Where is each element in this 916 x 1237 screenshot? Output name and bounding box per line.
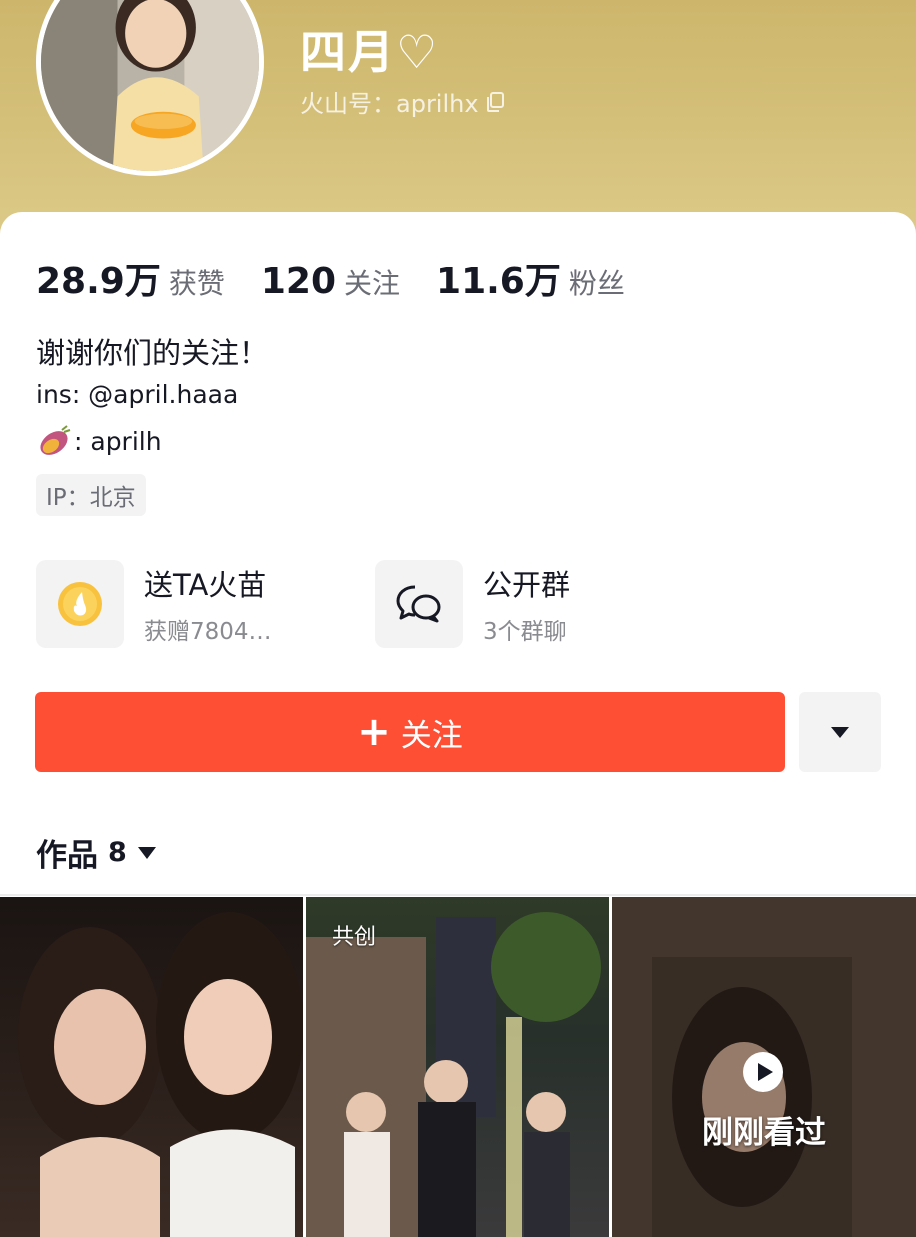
bio-line-3: : aprilh (36, 424, 162, 458)
send-flame-title: 送TA火苗 (144, 568, 267, 602)
public-group-subtitle: 3个群聊 (483, 619, 567, 645)
sweet-potato-icon (40, 425, 71, 455)
avatar[interactable] (36, 0, 264, 176)
account-id-text: 火山号：aprilhx (300, 90, 479, 118)
bio-line-2: ins: @april.haaa (36, 380, 239, 409)
copy-icon[interactable] (485, 91, 507, 113)
video-tile-1[interactable] (0, 897, 303, 1237)
send-flame-icon-box (36, 560, 124, 648)
stat-likes-label: 获赞 (168, 267, 225, 300)
public-group-entry[interactable]: 公开群 3个群聊 (375, 560, 570, 648)
works-tab[interactable]: 作品 8 (36, 830, 157, 875)
video-tile-2[interactable]: 共创 (306, 897, 609, 1237)
co-create-tag: 共创 (332, 925, 377, 950)
works-divider (0, 894, 916, 896)
works-count: 8 (108, 837, 127, 868)
plus-icon: + (357, 709, 391, 755)
public-group-title: 公开群 (483, 568, 571, 602)
bio-line-1: 谢谢你们的关注！ (36, 336, 269, 370)
ip-location-tag: IP：北京 (36, 474, 146, 516)
caret-down-icon (831, 727, 849, 738)
stat-followers-value: 11.6万 (436, 261, 561, 302)
follow-button-label: 关注 (400, 717, 463, 754)
works-caret-down-icon (137, 846, 156, 859)
works-tab-label: 作品 (36, 838, 98, 874)
send-flame-entry[interactable]: 送TA火苗 获赠7804… (36, 560, 272, 648)
flame-coin-icon (58, 582, 102, 626)
profile-card: 28.9万 获赞 120 关注 11.6万 粉丝 谢谢你们的关注！ ins: @… (0, 212, 916, 902)
more-options-button[interactable] (799, 692, 881, 772)
stat-followers-label: 粉丝 (568, 267, 625, 300)
stat-following-label: 关注 (344, 267, 401, 300)
public-group-icon-box (375, 560, 463, 648)
send-flame-subtitle: 获赠7804… (144, 619, 272, 645)
avatar-image (41, 0, 259, 171)
account-id[interactable]: 火山号：aprilhx (300, 84, 507, 119)
stat-likes-value: 28.9万 (36, 261, 161, 302)
chat-bubbles-icon (396, 585, 441, 623)
stat-following[interactable]: 120 关注 (261, 261, 400, 302)
video-thumbnail-1 (18, 912, 303, 1237)
nickname: 四月♡ (300, 25, 440, 79)
just-watched-label: 刚刚看过 (702, 1115, 826, 1151)
stats-row: 28.9万 获赞 120 关注 11.6万 粉丝 (36, 252, 661, 304)
video-tile-3[interactable]: 刚刚看过 (612, 897, 916, 1237)
follow-button[interactable]: + 关注 (35, 692, 785, 772)
bio-line-3-text: : aprilh (74, 426, 162, 456)
stat-followers[interactable]: 11.6万 粉丝 (436, 252, 625, 304)
stat-following-value: 120 (260, 261, 336, 302)
stat-likes[interactable]: 28.9万 获赞 (36, 252, 225, 304)
play-icon (743, 1052, 783, 1092)
